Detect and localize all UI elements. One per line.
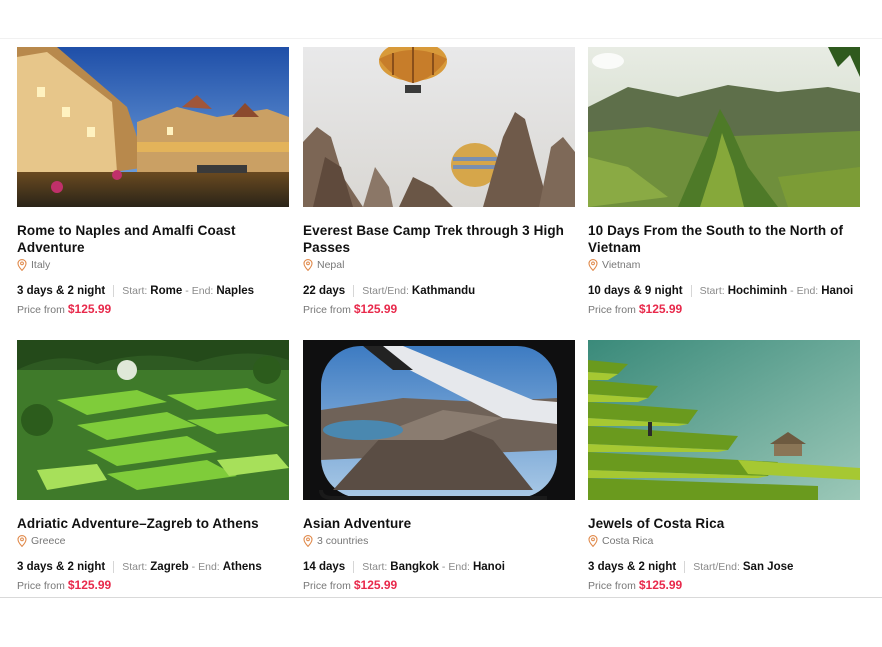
tour-duration: 10 days & 9 night [588, 285, 683, 297]
tour-image-green-terraces[interactable] [588, 340, 860, 500]
tour-price: Price from $125.99 [588, 302, 860, 316]
meta-divider [684, 561, 686, 573]
tour-location: Nepal [303, 258, 575, 272]
meta-dash: - [790, 285, 794, 297]
tour-meta: 3 days & 2 night Start: Rome - End: Napl… [17, 285, 289, 297]
start-label: Start: [122, 285, 148, 297]
start-end-label: Start/End: [362, 285, 409, 297]
tour-meta: 22 days Start/End: Kathmandu [303, 285, 575, 297]
end-city: Naples [216, 285, 255, 297]
tour-location-text: Nepal [317, 259, 345, 271]
tour-price: Price from $125.99 [17, 578, 289, 592]
tour-meta: 10 days & 9 night Start: Hochiminh - End… [588, 285, 860, 297]
start-city: Bangkok [390, 561, 439, 573]
tour-title[interactable]: 10 Days From the South to the North of V… [588, 222, 856, 256]
tour-image-vietnam-mountain[interactable] [588, 47, 860, 207]
tour-title[interactable]: Jewels of Costa Rica [588, 515, 856, 532]
map-pin-icon [17, 535, 27, 547]
meta-divider [113, 561, 115, 573]
tour-image-airplane-window[interactable] [303, 340, 575, 500]
price-label: Price from [588, 304, 636, 316]
meta-dash: - [441, 561, 446, 573]
start-end-city: San Jose [742, 561, 794, 573]
end-label: End: [448, 561, 470, 573]
tour-meta: 3 days & 2 night Start/End: San Jose [588, 561, 860, 573]
tour-title[interactable]: Everest Base Camp Trek through 3 High Pa… [303, 222, 571, 256]
price-label: Price from [17, 304, 65, 316]
start-city: Rome [150, 285, 183, 297]
end-city: Hanoi [472, 561, 505, 573]
tour-location-text: 3 countries [317, 535, 369, 547]
tour-location: Greece [17, 534, 289, 548]
meta-dash: - [185, 285, 189, 297]
map-pin-icon [588, 259, 598, 271]
meta-divider [690, 285, 692, 297]
meta-divider [353, 561, 355, 573]
tour-card[interactable]: Rome to Naples and Amalfi Coast Adventur… [17, 47, 289, 316]
price-amount: $125.99 [67, 302, 112, 316]
tour-title[interactable]: Rome to Naples and Amalfi Coast Adventur… [17, 222, 285, 256]
tour-location-text: Greece [31, 535, 66, 547]
price-label: Price from [17, 580, 65, 592]
start-label: Start: [122, 561, 148, 573]
tour-location: Vietnam [588, 258, 860, 272]
tour-location-text: Italy [31, 259, 51, 271]
start-end-label: Start/End: [693, 561, 740, 573]
map-pin-icon [17, 259, 27, 271]
tour-card[interactable]: Jewels of Costa Rica Costa Rica 3 days &… [588, 340, 860, 592]
tour-card[interactable]: 10 Days From the South to the North of V… [588, 47, 860, 316]
end-city: Hanoi [821, 285, 854, 297]
tour-location-text: Costa Rica [602, 535, 654, 547]
tour-price: Price from $125.99 [303, 302, 575, 316]
map-pin-icon [303, 259, 313, 271]
map-pin-icon [303, 535, 313, 547]
price-label: Price from [588, 580, 636, 592]
tour-price: Price from $125.99 [17, 302, 289, 316]
tour-image-rice-terraces[interactable] [17, 340, 289, 500]
start-end-city: Kathmandu [411, 285, 476, 297]
meta-dash: - [191, 561, 196, 573]
tour-meta: 14 days Start: Bangkok - End: Hanoi [303, 561, 575, 573]
start-label: Start: [362, 561, 388, 573]
price-label: Price from [303, 580, 351, 592]
tour-card[interactable]: Asian Adventure 3 countries 14 days Star… [303, 340, 575, 592]
start-label: Start: [699, 285, 725, 297]
end-city: Athens [222, 561, 262, 573]
map-pin-icon [588, 535, 598, 547]
tour-location: Costa Rica [588, 534, 860, 548]
tour-price: Price from $125.99 [588, 578, 860, 592]
tour-card[interactable]: Everest Base Camp Trek through 3 High Pa… [303, 47, 575, 316]
tour-location-text: Vietnam [602, 259, 641, 271]
tour-duration: 3 days & 2 night [17, 561, 106, 573]
tour-price: Price from $125.99 [303, 578, 575, 592]
end-label: End: [796, 285, 819, 297]
header-divider [0, 38, 882, 39]
tour-image-colmar-town[interactable] [17, 47, 289, 207]
tour-duration: 22 days [303, 285, 346, 297]
price-amount: $125.99 [638, 302, 683, 316]
tour-duration: 14 days [303, 561, 346, 573]
start-city: Zagreb [150, 561, 189, 573]
price-amount: $125.99 [353, 302, 398, 316]
meta-divider [353, 285, 355, 297]
end-label: End: [191, 285, 214, 297]
price-label: Price from [303, 304, 351, 316]
footer-divider [0, 597, 882, 598]
meta-divider [113, 285, 115, 297]
tour-duration: 3 days & 2 night [17, 285, 106, 297]
end-label: End: [198, 561, 220, 573]
tour-meta: 3 days & 2 night Start: Zagreb - End: At… [17, 561, 289, 573]
tour-location: Italy [17, 258, 289, 272]
tour-location: 3 countries [303, 534, 575, 548]
tour-duration: 3 days & 2 night [588, 561, 677, 573]
start-city: Hochiminh [727, 285, 788, 297]
tour-title[interactable]: Asian Adventure [303, 515, 571, 532]
tour-title[interactable]: Adriatic Adventure–Zagreb to Athens [17, 515, 285, 532]
price-amount: $125.99 [638, 578, 683, 592]
tour-card[interactable]: Adriatic Adventure–Zagreb to Athens Gree… [17, 340, 289, 592]
price-amount: $125.99 [353, 578, 398, 592]
tour-image-balloons[interactable] [303, 47, 575, 207]
price-amount: $125.99 [67, 578, 112, 592]
